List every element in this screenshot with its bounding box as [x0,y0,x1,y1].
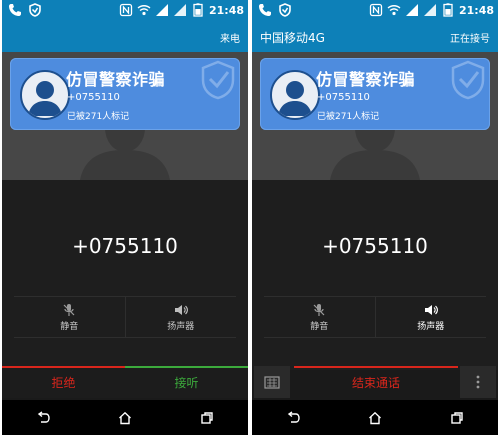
shield-watermark-icon [451,60,485,100]
signal-icon [423,3,437,17]
battery-icon [441,3,455,17]
call-state-label: 正在接号 [450,34,490,45]
wifi-icon [137,3,151,17]
status-time: 21:48 [208,3,244,17]
caller-number: +0755110 [317,92,370,103]
audio-controls: 静音 扬声器 [264,296,486,338]
speaker-icon [174,305,188,315]
recents-button[interactable] [166,400,248,435]
phone-screen-dialing: 21:48 中国移动4G 正在接号 仿冒警察诈骗 +0755110 已被271人… [252,0,498,435]
recent-apps-icon [201,411,213,424]
dialed-number: +0755110 [322,234,428,258]
reject-button[interactable]: 拒绝 [2,366,125,398]
dialpad-icon [264,376,280,389]
accept-button[interactable]: 接听 [125,366,248,398]
dialpad-button[interactable] [254,366,290,398]
caller-label: 仿冒警察诈骗 [316,70,416,89]
back-button[interactable] [2,400,84,435]
navigation-bar [252,400,498,435]
home-icon [369,411,381,424]
home-button[interactable] [84,400,166,435]
avatar [20,70,70,120]
call-state-label: 来电 [220,34,240,45]
avatar [270,70,320,120]
security-shield-icon [278,3,292,17]
phone-call-icon [258,3,272,17]
end-call-button[interactable]: 结束通话 [294,366,458,400]
speaker-icon [424,305,438,315]
caller-info-card: 仿冒警察诈骗 +0755110 已被271人标记 [10,58,240,130]
caller-info-card: 仿冒警察诈骗 +0755110 已被271人标记 [260,58,490,130]
marked-count: 已被271人标记 [67,112,130,122]
call-panel [252,180,498,370]
caller-label: 仿冒警察诈骗 [66,70,166,89]
mute-label: 静音 [60,322,79,332]
audio-controls: 静音 扬声器 [14,296,236,338]
call-panel [2,180,248,370]
nfc-icon [369,3,383,17]
mute-label: 静音 [310,322,329,332]
signal-icon [173,3,187,17]
security-shield-icon [28,3,42,17]
phone-screen-incoming: 21:48 来电 仿冒警察诈骗 +0755110 已被271人标记 +07551… [2,0,248,435]
home-button[interactable] [334,400,416,435]
mute-button[interactable]: 静音 [264,297,375,337]
nfc-icon [119,3,133,17]
shield-watermark-icon [201,60,235,100]
back-icon [287,410,300,423]
carrier-label: 中国移动4G [260,31,325,45]
mute-button[interactable]: 静音 [14,297,125,337]
navigation-bar [2,400,248,435]
speaker-label: 扬声器 [167,322,195,332]
signal-4g-icon [155,3,169,17]
signal-4g-icon [405,3,419,17]
back-icon [37,410,50,423]
wifi-icon [387,3,401,17]
microphone-muted-icon [313,304,325,316]
back-button[interactable] [252,400,334,435]
call-actions: 拒绝 接听 [2,366,248,398]
marked-count: 已被271人标记 [317,112,380,122]
speaker-button[interactable]: 扬声器 [374,297,487,337]
more-vertical-icon [476,375,480,389]
home-icon [119,411,131,424]
battery-icon [191,3,205,17]
phone-call-icon [8,3,22,17]
status-bar: 21:48 [2,0,248,22]
speaker-label: 扬声器 [417,322,445,332]
caller-number: +0755110 [67,92,120,103]
microphone-muted-icon [63,304,75,316]
status-bar: 21:48 [252,0,498,22]
recents-button[interactable] [416,400,498,435]
more-options-button[interactable] [460,366,496,398]
call-header: 来电 [2,22,248,52]
recent-apps-icon [451,411,463,424]
call-header: 中国移动4G 正在接号 [252,22,498,52]
status-time: 21:48 [458,3,494,17]
speaker-button[interactable]: 扬声器 [124,297,237,337]
incoming-number: +0755110 [72,234,178,258]
